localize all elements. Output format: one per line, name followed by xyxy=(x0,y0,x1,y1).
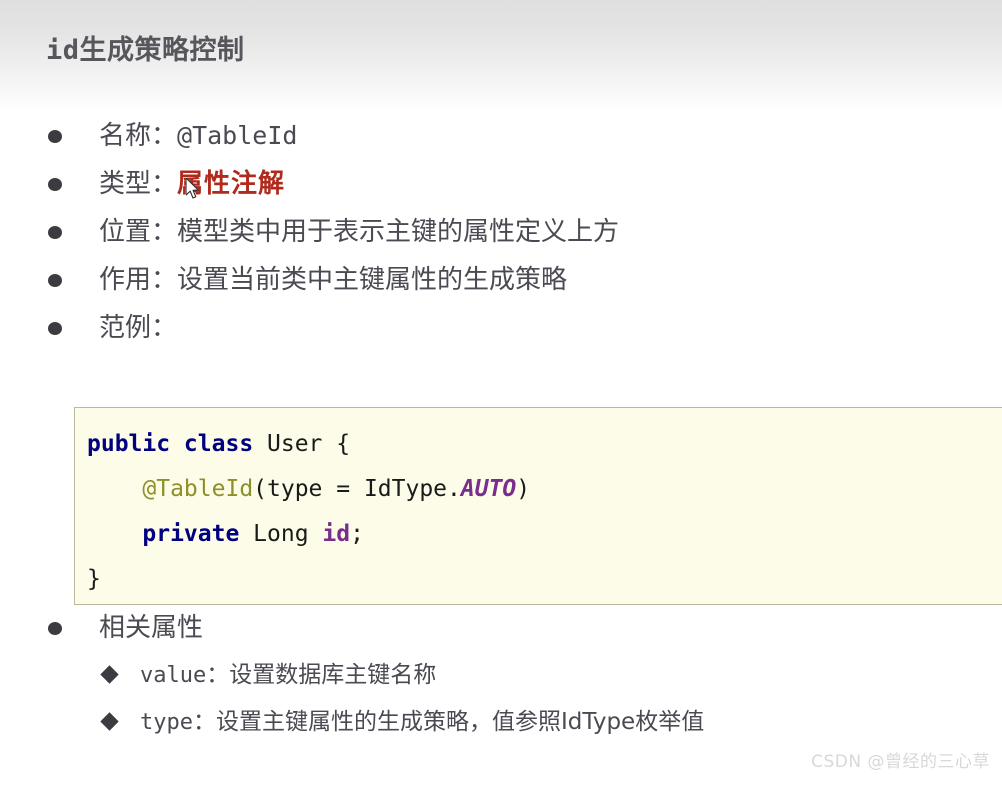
diamond-bullet-icon xyxy=(100,712,119,731)
bullet-value: 模型类中用于表示主键的属性定义上方 xyxy=(177,217,620,247)
sub-section-heading: 相关属性 xyxy=(99,613,204,643)
page-title: id生成策略控制 xyxy=(46,35,245,66)
attribute-separator: ： xyxy=(192,709,216,735)
bullet-value-highlighted: 属性注解 xyxy=(177,169,286,199)
code-token: id xyxy=(322,521,351,547)
diamond-bullet-icon xyxy=(100,665,119,684)
code-line: private Long id; xyxy=(87,512,1002,557)
list-item: 名称：@TableId xyxy=(0,112,1002,160)
attribute-description: 设置主键属性的生成策略，值参照IdType枚举值 xyxy=(215,709,705,735)
attribute-description: 设置数据库主键名称 xyxy=(229,662,437,688)
related-attributes-section: 相关属性 value：设置数据库主键名称 type：设置主键属性的生成策略，值参… xyxy=(0,604,1002,746)
bullet-dot-icon xyxy=(48,622,62,635)
bullet-dot-icon xyxy=(48,178,62,191)
bullet-label: 类型： xyxy=(99,169,178,199)
bullet-label: 范例： xyxy=(99,313,178,343)
attribute-name: value xyxy=(140,663,207,688)
code-sample-block: public class User { @TableId(type = IdTy… xyxy=(74,407,1002,605)
code-token: Long xyxy=(253,521,323,547)
bullet-value: 设置当前类中主键属性的生成策略 xyxy=(177,265,568,295)
bullet-dot-icon xyxy=(48,322,62,335)
bullet-dot-icon xyxy=(48,130,62,143)
bullet-dot-icon xyxy=(48,226,62,239)
code-line: } xyxy=(87,557,1002,602)
bullet-list: 名称：@TableId 类型：属性注解 位置：模型类中用于表示主键的属性定义上方… xyxy=(0,112,1002,352)
list-item: 范例： xyxy=(0,304,1002,352)
bullet-label: 名称： xyxy=(99,121,178,151)
bullet-label: 作用： xyxy=(99,265,178,295)
bullet-value: @TableId xyxy=(177,121,298,150)
code-token: @TableId xyxy=(142,476,254,502)
code-token: } xyxy=(87,566,101,592)
code-token: private xyxy=(142,521,254,547)
code-token: ) xyxy=(516,476,531,502)
list-item: type：设置主键属性的生成策略，值参照IdType枚举值 xyxy=(0,699,1002,746)
list-item: 作用：设置当前类中主键属性的生成策略 xyxy=(0,256,1002,304)
sub-section-heading-row: 相关属性 xyxy=(0,604,1002,652)
bullet-list-container: 名称：@TableId 类型：属性注解 位置：模型类中用于表示主键的属性定义上方… xyxy=(0,112,1002,352)
code-token: User { xyxy=(267,431,351,457)
code-line: @TableId(type = IdType.AUTO) xyxy=(87,467,1002,512)
bullet-dot-icon xyxy=(48,274,62,287)
code-token: (type = IdType. xyxy=(253,476,461,502)
code-token: public class xyxy=(87,431,268,457)
code-line: public class User { xyxy=(87,422,1002,467)
slide-root: id生成策略控制 名称：@TableId 类型：属性注解 位置：模型类中用于表示… xyxy=(0,0,1002,790)
code-token: AUTO xyxy=(460,476,517,502)
bullet-label: 位置： xyxy=(99,217,178,247)
attribute-separator: ： xyxy=(206,662,230,688)
list-item: 类型：属性注解 xyxy=(0,160,1002,208)
list-item: value：设置数据库主键名称 xyxy=(0,652,1002,699)
attribute-list: value：设置数据库主键名称 type：设置主键属性的生成策略，值参照IdTy… xyxy=(0,652,1002,746)
csdn-watermark: CSDN @曾经的三心草 xyxy=(811,752,990,772)
code-token: ; xyxy=(350,521,364,547)
attribute-name: type xyxy=(140,710,193,735)
list-item: 位置：模型类中用于表示主键的属性定义上方 xyxy=(0,208,1002,256)
